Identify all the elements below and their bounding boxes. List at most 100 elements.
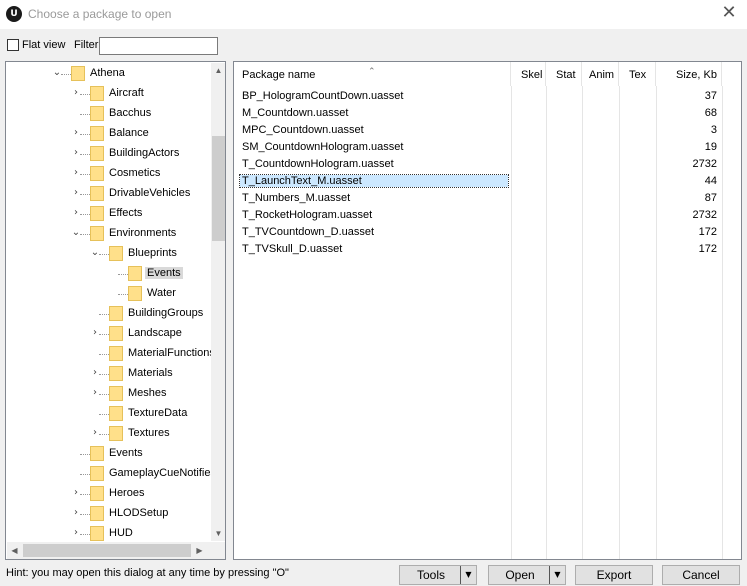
tree-item-label: BuildingActors (109, 147, 180, 159)
expand-arrow-icon[interactable]: › (71, 487, 81, 499)
column-stat[interactable]: Stat (546, 62, 582, 86)
tree-item[interactable]: › Meshes (6, 384, 216, 404)
folder-icon (90, 166, 104, 181)
tree-item[interactable]: › Balance (6, 124, 216, 144)
expand-arrow-icon[interactable]: › (90, 367, 100, 379)
tree-vertical-scrollbar[interactable]: ▲ ▼ (211, 63, 225, 541)
size-cell: 3 (710, 124, 717, 136)
table-row[interactable]: BP_HologramCountDown.uasset 37 (234, 88, 741, 105)
scroll-thumb[interactable] (212, 136, 225, 241)
column-label: Stat (556, 69, 576, 81)
tree-item[interactable]: ⌄ Athena (6, 64, 216, 84)
tree-item[interactable]: Bacchus (6, 104, 216, 124)
table-row[interactable]: SM_CountdownHologram.uasset 19 (234, 139, 741, 156)
folder-icon (109, 346, 123, 361)
expand-arrow-icon[interactable]: › (71, 87, 81, 99)
tree-item[interactable]: › HUD (6, 524, 216, 544)
expand-arrow-icon[interactable]: › (90, 387, 100, 399)
table-row[interactable]: T_RocketHologram.uasset 2732 (234, 207, 741, 224)
table-row[interactable]: MPC_Countdown.uasset 3 (234, 122, 741, 139)
size-cell: 68 (704, 107, 717, 119)
dropdown-arrow-icon[interactable]: ▼ (549, 566, 565, 584)
tools-label: Tools (416, 568, 445, 582)
tree-item[interactable]: ⌄ Environments (6, 224, 216, 244)
expand-arrow-icon[interactable]: › (90, 327, 100, 339)
tree-item-label: HUD (109, 527, 133, 539)
tree-connector (80, 194, 90, 195)
folder-icon (109, 366, 123, 381)
folder-icon (109, 406, 123, 421)
tree-item[interactable]: BuildingGroups (6, 304, 216, 324)
folder-icon (90, 126, 104, 141)
table-row[interactable]: T_TVCountdown_D.uasset 172 (234, 224, 741, 241)
column-label: Anim (589, 69, 615, 81)
scroll-left-icon[interactable]: ◀ (7, 543, 22, 558)
expand-arrow-icon[interactable]: › (71, 207, 81, 219)
expand-arrow-icon[interactable]: › (71, 127, 81, 139)
collapse-arrow-icon[interactable]: ⌄ (52, 67, 62, 79)
expand-arrow-icon[interactable]: › (71, 187, 81, 199)
tree-item[interactable]: › Cosmetics (6, 164, 216, 184)
tree-horizontal-scrollbar[interactable]: ◀ ▶ (7, 542, 225, 559)
table-row[interactable]: T_CountdownHologram.uasset 2732 (234, 156, 741, 173)
tree-connector (80, 174, 90, 175)
tree-connector (80, 494, 90, 495)
tree-item-label: TextureData (128, 407, 188, 419)
table-row[interactable]: M_Countdown.uasset 68 (234, 105, 741, 122)
tree-item[interactable]: › HLODSetup (6, 504, 216, 524)
tree-item[interactable]: Events (6, 444, 216, 464)
tree-item-label: Bacchus (109, 107, 152, 119)
expand-arrow-icon[interactable]: › (90, 427, 100, 439)
tree-connector (99, 394, 109, 395)
column-package-name[interactable]: Package name ⌃ (234, 62, 511, 86)
tree-item[interactable]: › Landscape (6, 324, 216, 344)
flat-view-checkbox[interactable] (7, 39, 19, 51)
collapse-arrow-icon[interactable]: ⌄ (90, 247, 100, 259)
tree-item[interactable]: MaterialFunctions (6, 344, 216, 364)
table-row[interactable]: T_LaunchText_M.uasset 44 (234, 173, 741, 190)
expand-arrow-icon[interactable]: › (71, 167, 81, 179)
tree-item[interactable]: › Materials (6, 364, 216, 384)
tree-item[interactable]: › Effects (6, 204, 216, 224)
export-label: Export (596, 568, 632, 582)
column-size[interactable]: Size, Kb (656, 62, 722, 86)
column-skel[interactable]: Skel (511, 62, 546, 86)
tree-item-label: GameplayCueNotifies (109, 467, 216, 479)
table-row[interactable]: T_TVSkull_D.uasset 172 (234, 241, 741, 258)
tree-item[interactable]: › Aircraft (6, 84, 216, 104)
tree-item[interactable]: › DrivableVehicles (6, 184, 216, 204)
tree-item-label: MaterialFunctions (128, 347, 215, 359)
expand-arrow-icon[interactable]: › (71, 527, 81, 539)
open-button[interactable]: Open ▼ (488, 565, 566, 585)
window-title: Choose a package to open (28, 7, 172, 21)
scroll-up-icon[interactable]: ▲ (211, 63, 225, 78)
dropdown-arrow-icon[interactable]: ▼ (460, 566, 476, 584)
tree-item[interactable]: › Heroes (6, 484, 216, 504)
scroll-down-icon[interactable]: ▼ (211, 526, 225, 541)
tools-button[interactable]: Tools ▼ (399, 565, 477, 585)
filter-input[interactable] (99, 37, 218, 55)
table-row[interactable]: T_Numbers_M.uasset 87 (234, 190, 741, 207)
size-cell: 2732 (692, 158, 717, 170)
scroll-right-icon[interactable]: ▶ (192, 543, 207, 558)
collapse-arrow-icon[interactable]: ⌄ (71, 227, 81, 239)
close-icon[interactable]: ✕ (719, 3, 739, 23)
folder-icon (90, 446, 104, 461)
export-button[interactable]: Export (575, 565, 653, 585)
column-tex[interactable]: Tex (619, 62, 656, 86)
tree-item[interactable]: › BuildingActors (6, 144, 216, 164)
tree-item[interactable]: Events (6, 264, 216, 284)
tree-item[interactable]: Water (6, 284, 216, 304)
flat-view-label[interactable]: Flat view (22, 39, 65, 51)
tree-item[interactable]: ⌄ Blueprints (6, 244, 216, 264)
expand-arrow-icon[interactable]: › (71, 507, 81, 519)
expand-arrow-icon[interactable]: › (71, 147, 81, 159)
tree-connector (99, 314, 109, 315)
tree-item-label: Environments (109, 227, 177, 239)
tree-item[interactable]: GameplayCueNotifies (6, 464, 216, 484)
tree-item[interactable]: › Textures (6, 424, 216, 444)
scroll-thumb[interactable] (23, 544, 191, 557)
cancel-button[interactable]: Cancel (662, 565, 740, 585)
tree-item[interactable]: TextureData (6, 404, 216, 424)
column-anim[interactable]: Anim (582, 62, 619, 86)
